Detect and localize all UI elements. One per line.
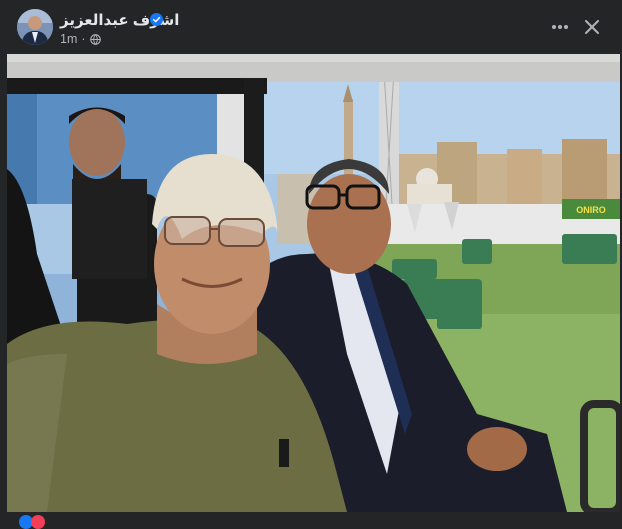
verified-badge-icon bbox=[150, 13, 163, 26]
more-options-button[interactable] bbox=[545, 12, 575, 42]
love-icon[interactable] bbox=[31, 515, 45, 529]
post-photo[interactable]: ONIRO bbox=[7, 54, 620, 512]
close-button[interactable] bbox=[577, 12, 607, 42]
ad-banner-text: ONIRO bbox=[576, 205, 606, 215]
close-icon bbox=[585, 20, 599, 34]
post-meta: 1m · bbox=[60, 32, 101, 46]
post-header: اشرف عبدالعزيز 1m · bbox=[0, 0, 622, 54]
globe-icon[interactable] bbox=[89, 33, 101, 45]
more-options-icon bbox=[552, 25, 568, 29]
post-time[interactable]: 1m bbox=[60, 32, 77, 46]
avatar[interactable] bbox=[17, 9, 53, 45]
reactions-bar bbox=[0, 512, 622, 522]
